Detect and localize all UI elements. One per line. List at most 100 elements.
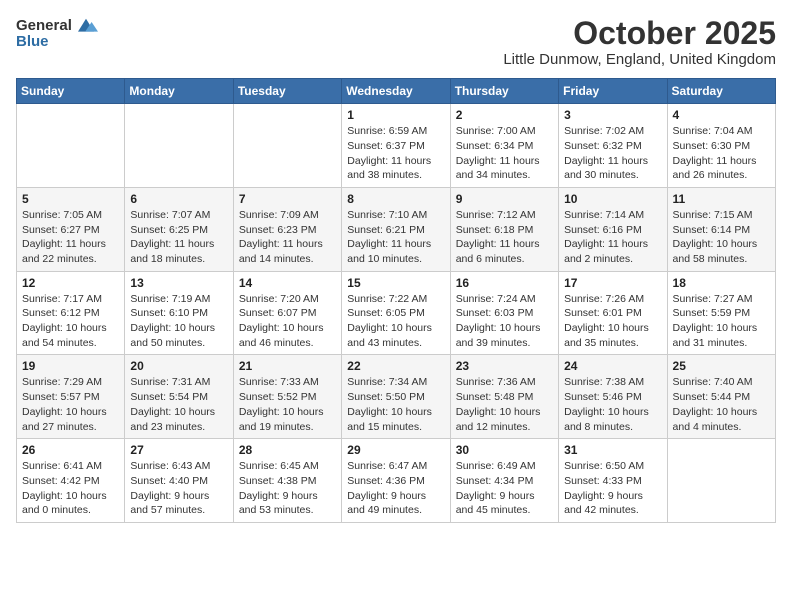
day-info: Sunrise: 7:20 AM Sunset: 6:07 PM Dayligh… (239, 292, 336, 351)
logo-blue: Blue (16, 34, 49, 51)
day-info: Sunrise: 6:43 AM Sunset: 4:40 PM Dayligh… (130, 459, 227, 518)
day-cell: 3 Sunrise: 7:02 AM Sunset: 6:32 PM Daylig… (559, 104, 667, 188)
day-cell: 21 Sunrise: 7:33 AM Sunset: 5:52 PM Dayli… (233, 355, 341, 439)
day-cell: 7Sunrise: 7:09 AM Sunset: 6:23 PM Daylig… (233, 187, 341, 271)
day-cell: 14 Sunrise: 7:20 AM Sunset: 6:07 PM Dayli… (233, 271, 341, 355)
day-number: 29 (347, 443, 444, 457)
day-number: 17 (564, 276, 661, 290)
day-number: 19 (22, 359, 119, 373)
day-cell: 5 Sunrise: 7:05 AM Sunset: 6:27 PM Daylig… (17, 187, 125, 271)
day-number: 22 (347, 359, 444, 373)
day-cell: 2 Sunrise: 7:00 AM Sunset: 6:34 PM Daylig… (450, 104, 558, 188)
day-info: Sunrise: 6:47 AM Sunset: 4:36 PM Dayligh… (347, 459, 444, 518)
day-cell: 26 Sunrise: 6:41 AM Sunset: 4:42 PM Dayli… (17, 439, 125, 523)
day-cell: 15Sunrise: 7:22 AM Sunset: 6:05 PM Dayli… (342, 271, 450, 355)
day-info: Sunrise: 7:02 AM Sunset: 6:32 PM Dayligh… (564, 124, 661, 183)
week-row-2: 5 Sunrise: 7:05 AM Sunset: 6:27 PM Daylig… (17, 187, 776, 271)
header: General Blue October 2025 Little Dunmow,… (16, 16, 776, 68)
day-info: Sunrise: 6:49 AM Sunset: 4:34 PM Dayligh… (456, 459, 553, 518)
day-cell: 20 Sunrise: 7:31 AM Sunset: 5:54 PM Dayli… (125, 355, 233, 439)
day-number: 14 (239, 276, 336, 290)
day-cell: 28Sunrise: 6:45 AM Sunset: 4:38 PM Dayli… (233, 439, 341, 523)
logo-general: General (16, 18, 72, 35)
day-number: 27 (130, 443, 227, 457)
day-cell: 10 Sunrise: 7:14 AM Sunset: 6:16 PM Dayli… (559, 187, 667, 271)
day-info: Sunrise: 7:09 AM Sunset: 6:23 PM Dayligh… (239, 208, 336, 267)
day-info: Sunrise: 7:05 AM Sunset: 6:27 PM Dayligh… (22, 208, 119, 267)
location-title: Little Dunmow, England, United Kingdom (503, 51, 776, 68)
day-number: 13 (130, 276, 227, 290)
title-area: October 2025 Little Dunmow, England, Uni… (503, 16, 776, 68)
day-info: Sunrise: 7:04 AM Sunset: 6:30 PM Dayligh… (673, 124, 770, 183)
day-info: Sunrise: 7:00 AM Sunset: 6:34 PM Dayligh… (456, 124, 553, 183)
day-cell: 4Sunrise: 7:04 AM Sunset: 6:30 PM Daylig… (667, 104, 775, 188)
week-row-1: 1Sunrise: 6:59 AM Sunset: 6:37 PM Daylig… (17, 104, 776, 188)
day-cell (233, 104, 341, 188)
day-number: 8 (347, 192, 444, 206)
day-number: 2 (456, 108, 553, 122)
calendar-table: SundayMondayTuesdayWednesdayThursdayFrid… (16, 78, 776, 523)
day-number: 16 (456, 276, 553, 290)
day-cell (667, 439, 775, 523)
day-number: 1 (347, 108, 444, 122)
day-number: 18 (673, 276, 770, 290)
day-number: 31 (564, 443, 661, 457)
day-cell: 27 Sunrise: 6:43 AM Sunset: 4:40 PM Dayli… (125, 439, 233, 523)
day-cell: 16 Sunrise: 7:24 AM Sunset: 6:03 PM Dayli… (450, 271, 558, 355)
day-cell: 6Sunrise: 7:07 AM Sunset: 6:25 PM Daylig… (125, 187, 233, 271)
day-info: Sunrise: 7:19 AM Sunset: 6:10 PM Dayligh… (130, 292, 227, 351)
week-row-3: 12 Sunrise: 7:17 AM Sunset: 6:12 PM Dayli… (17, 271, 776, 355)
day-info: Sunrise: 7:12 AM Sunset: 6:18 PM Dayligh… (456, 208, 553, 267)
day-cell: 30 Sunrise: 6:49 AM Sunset: 4:34 PM Dayli… (450, 439, 558, 523)
day-info: Sunrise: 7:26 AM Sunset: 6:01 PM Dayligh… (564, 292, 661, 351)
day-cell: 22 Sunrise: 7:34 AM Sunset: 5:50 PM Dayli… (342, 355, 450, 439)
day-info: Sunrise: 7:36 AM Sunset: 5:48 PM Dayligh… (456, 375, 553, 434)
day-number: 25 (673, 359, 770, 373)
day-number: 6 (130, 192, 227, 206)
week-row-4: 19 Sunrise: 7:29 AM Sunset: 5:57 PM Dayli… (17, 355, 776, 439)
logo: General Blue (16, 16, 98, 51)
day-info: Sunrise: 6:50 AM Sunset: 4:33 PM Dayligh… (564, 459, 661, 518)
weekday-header-sunday: Sunday (17, 79, 125, 104)
day-info: Sunrise: 7:38 AM Sunset: 5:46 PM Dayligh… (564, 375, 661, 434)
day-number: 26 (22, 443, 119, 457)
day-number: 30 (456, 443, 553, 457)
day-cell: 13 Sunrise: 7:19 AM Sunset: 6:10 PM Dayli… (125, 271, 233, 355)
day-number: 9 (456, 192, 553, 206)
day-number: 23 (456, 359, 553, 373)
weekday-header-saturday: Saturday (667, 79, 775, 104)
day-info: Sunrise: 7:34 AM Sunset: 5:50 PM Dayligh… (347, 375, 444, 434)
day-cell: 11Sunrise: 7:15 AM Sunset: 6:14 PM Dayli… (667, 187, 775, 271)
day-number: 12 (22, 276, 119, 290)
day-number: 5 (22, 192, 119, 206)
day-info: Sunrise: 6:41 AM Sunset: 4:42 PM Dayligh… (22, 459, 119, 518)
logo-icon (74, 16, 98, 36)
day-cell (125, 104, 233, 188)
day-info: Sunrise: 7:14 AM Sunset: 6:16 PM Dayligh… (564, 208, 661, 267)
day-cell: 25Sunrise: 7:40 AM Sunset: 5:44 PM Dayli… (667, 355, 775, 439)
day-number: 3 (564, 108, 661, 122)
day-info: Sunrise: 7:17 AM Sunset: 6:12 PM Dayligh… (22, 292, 119, 351)
day-info: Sunrise: 7:29 AM Sunset: 5:57 PM Dayligh… (22, 375, 119, 434)
day-number: 10 (564, 192, 661, 206)
day-info: Sunrise: 7:33 AM Sunset: 5:52 PM Dayligh… (239, 375, 336, 434)
month-title: October 2025 (503, 16, 776, 51)
day-cell: 19 Sunrise: 7:29 AM Sunset: 5:57 PM Dayli… (17, 355, 125, 439)
day-number: 21 (239, 359, 336, 373)
week-row-5: 26 Sunrise: 6:41 AM Sunset: 4:42 PM Dayli… (17, 439, 776, 523)
day-info: Sunrise: 7:31 AM Sunset: 5:54 PM Dayligh… (130, 375, 227, 434)
day-info: Sunrise: 7:15 AM Sunset: 6:14 PM Dayligh… (673, 208, 770, 267)
day-info: Sunrise: 7:10 AM Sunset: 6:21 PM Dayligh… (347, 208, 444, 267)
weekday-header-tuesday: Tuesday (233, 79, 341, 104)
day-info: Sunrise: 7:27 AM Sunset: 5:59 PM Dayligh… (673, 292, 770, 351)
day-cell: 17 Sunrise: 7:26 AM Sunset: 6:01 PM Dayli… (559, 271, 667, 355)
weekday-header-row: SundayMondayTuesdayWednesdayThursdayFrid… (17, 79, 776, 104)
day-cell: 12 Sunrise: 7:17 AM Sunset: 6:12 PM Dayli… (17, 271, 125, 355)
day-cell: 1Sunrise: 6:59 AM Sunset: 6:37 PM Daylig… (342, 104, 450, 188)
day-cell: 9 Sunrise: 7:12 AM Sunset: 6:18 PM Daylig… (450, 187, 558, 271)
day-cell (17, 104, 125, 188)
day-number: 20 (130, 359, 227, 373)
day-info: Sunrise: 7:24 AM Sunset: 6:03 PM Dayligh… (456, 292, 553, 351)
day-cell: 24Sunrise: 7:38 AM Sunset: 5:46 PM Dayli… (559, 355, 667, 439)
day-info: Sunrise: 7:22 AM Sunset: 6:05 PM Dayligh… (347, 292, 444, 351)
